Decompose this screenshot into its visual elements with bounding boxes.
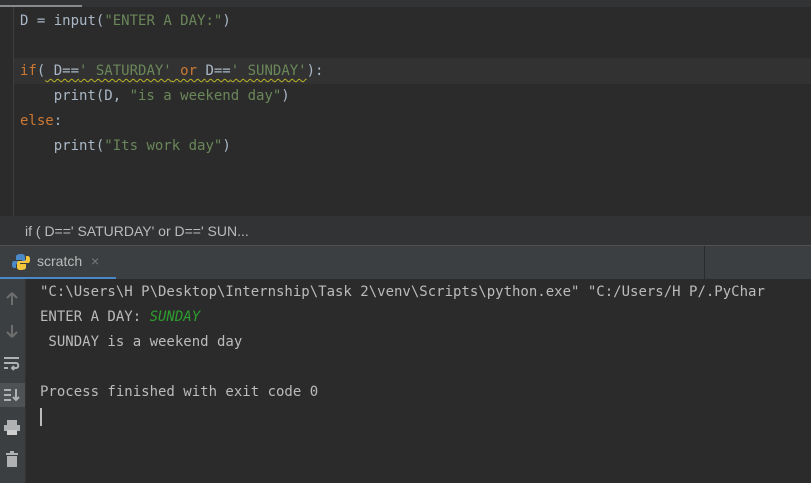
token-paren: ): [306,63,324,79]
run-toolbar [0,279,26,483]
close-icon[interactable]: × [91,253,99,269]
token-expr: D== [45,63,80,79]
tab-divider [704,246,705,280]
breadcrumb[interactable]: if ( D==' SATURDAY' or D==' SUN... [0,216,811,246]
token-fn: input [53,13,96,29]
print-button[interactable] [0,415,25,439]
console-command-line: "C:\Users\H P\Desktop\Internship\Task 2\… [40,284,765,300]
console-prompt-line: ENTER A DAY: SUNDAY [40,306,200,328]
token-string: ' SATURDAY' [79,63,172,79]
up-arrow-button[interactable] [0,287,25,311]
token-keyword-or: or [171,63,206,79]
up-arrow-icon [6,292,18,305]
console-exit-line: Process finished with exit code 0 [40,384,319,400]
tab-scratch[interactable]: scratch × [0,246,116,280]
token-string: "is a weekend day" [129,88,282,104]
down-arrow-icon [6,325,18,338]
tab-label: scratch [37,253,83,269]
console-result-line: SUNDAY is a weekend day [40,334,243,350]
token-expr: D== [205,63,231,79]
breadcrumb-text[interactable]: if ( D==' SATURDAY' or D==' SUN... [25,223,249,239]
code-line-6[interactable]: print("Its work day") [20,135,231,157]
scroll-to-end-icon [4,389,20,402]
soft-wrap-button[interactable] [0,351,25,375]
token-fn: print [20,88,96,104]
token-paren: ) [222,138,231,154]
run-tool-window-tabs: scratch × [0,245,811,280]
token-string: "ENTER A DAY:" [104,13,223,29]
text-cursor [40,408,42,426]
token-fn: print [20,138,96,154]
token-op: = [28,13,54,29]
python-icon [12,254,30,270]
console-user-input: SUNDAY [149,309,201,325]
code-line-5[interactable]: else: [20,110,62,132]
editor-tab-strip [0,0,811,7]
print-icon [4,420,20,435]
console-prompt: ENTER A DAY: [40,309,150,325]
code-editor[interactable]: D = input("ENTER A DAY:") if( D==' SATUR… [0,0,811,216]
token-colon: : [53,113,63,129]
code-line-4[interactable]: print(D, "is a weekend day") [20,85,290,107]
token-string: "Its work day" [104,138,223,154]
run-console[interactable]: "C:\Users\H P\Desktop\Internship\Task 2\… [26,279,811,483]
token-paren: ) [222,13,231,29]
soft-wrap-icon [4,357,20,371]
code-line-1[interactable]: D = input("ENTER A DAY:") [20,10,231,32]
token-keyword-else: else [20,113,54,129]
token-string: ' SUNDAY' [230,63,307,79]
trash-icon [6,451,18,467]
gutter-divider [13,7,14,216]
scroll-to-end-button[interactable] [0,383,25,407]
token-keyword-if: if [20,63,37,79]
code-line-3[interactable]: if( D==' SATURDAY' or D==' SUNDAY'): [20,60,323,82]
token-paren: ) [281,88,290,104]
token-args: (D, [95,88,130,104]
clear-all-button[interactable] [0,447,25,471]
down-arrow-button[interactable] [0,319,25,343]
